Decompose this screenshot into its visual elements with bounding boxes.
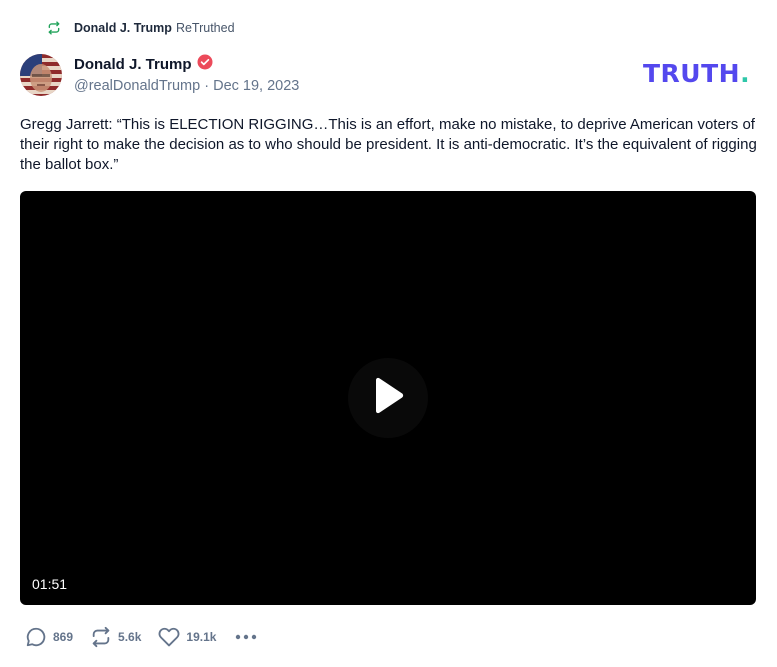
more-options-button[interactable] — [235, 628, 257, 646]
retruth-header: Donald J. Trump ReTruthed — [47, 18, 235, 38]
reply-button[interactable]: 869 — [25, 626, 73, 648]
like-count: 19.1k — [186, 630, 217, 644]
retruth-icon — [90, 626, 112, 648]
retruth-icon — [47, 21, 61, 35]
author-handle[interactable]: @realDonaldTrump — [74, 78, 200, 94]
more-icon — [235, 628, 257, 646]
author-meta: @realDonaldTrump · Dec 19, 2023 — [74, 78, 299, 94]
retruth-label: ReTruthed — [175, 21, 235, 35]
avatar[interactable] — [20, 54, 62, 96]
truth-logo-dot: . — [740, 59, 751, 88]
post-text: Gregg Jarrett: “This is ELECTION RIGGING… — [20, 116, 757, 173]
video-player[interactable]: 01:51 — [20, 191, 756, 605]
verified-badge-icon — [197, 54, 213, 75]
meta-separator: · — [204, 78, 210, 94]
truth-logo[interactable]: TRUTH. — [643, 58, 750, 90]
truth-logo-text: TRUTH — [643, 59, 741, 88]
author-name[interactable]: Donald J. Trump — [74, 56, 192, 73]
play-icon — [371, 377, 405, 420]
video-duration: 01:51 — [32, 576, 68, 592]
comment-icon — [25, 626, 47, 648]
heart-icon — [158, 626, 180, 648]
like-button[interactable]: 19.1k — [158, 626, 216, 648]
post-date[interactable]: Dec 19, 2023 — [213, 78, 299, 94]
post-actions: 869 5.6k 19.1k — [25, 625, 257, 649]
play-button[interactable] — [348, 358, 428, 438]
reply-count: 869 — [53, 630, 74, 644]
retruth-button[interactable]: 5.6k — [90, 626, 141, 648]
author-name-row: Donald J. Trump — [74, 54, 213, 74]
retruth-author-link[interactable]: Donald J. Trump — [74, 21, 172, 35]
retruth-count: 5.6k — [118, 630, 142, 644]
